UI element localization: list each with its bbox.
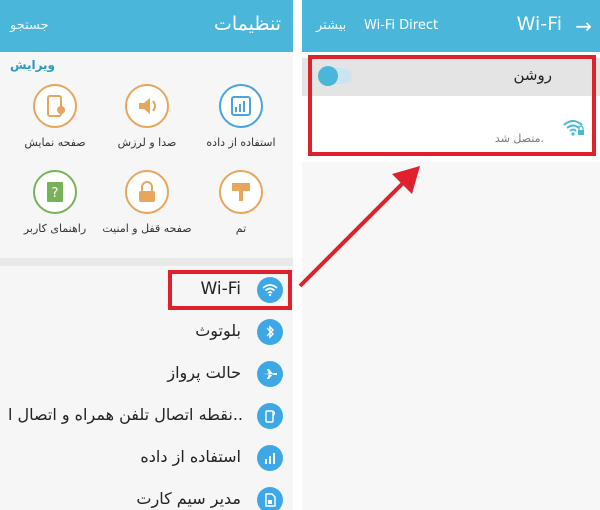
- red-arrow-annotation: [298, 166, 420, 288]
